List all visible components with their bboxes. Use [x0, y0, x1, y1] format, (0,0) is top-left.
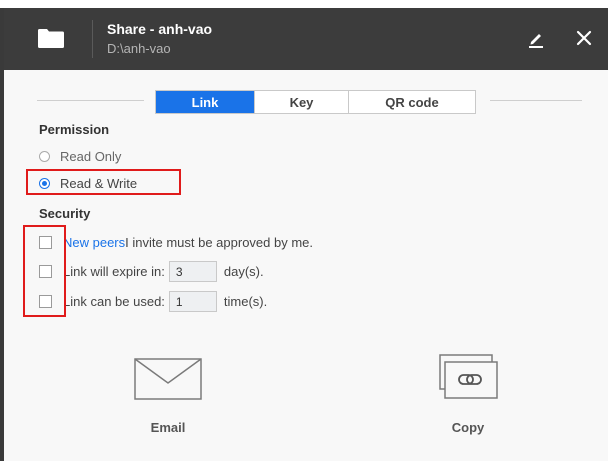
folder-icon	[38, 29, 64, 48]
option-uses[interactable]: Link can be used: time(s).	[39, 291, 267, 312]
expire-unit: day(s).	[223, 264, 264, 279]
highlight-box-permission	[26, 169, 181, 195]
new-peers-link[interactable]: New peers	[63, 235, 125, 250]
copy-label: Copy	[451, 420, 485, 435]
tab-divider-right	[490, 100, 582, 101]
share-dialog: Share - anh-vao D:\anh-vao Link Key QR c…	[4, 8, 608, 461]
top-edge	[0, 0, 608, 8]
tab-link[interactable]: Link	[156, 91, 255, 113]
radio-read-only[interactable]: Read Only	[39, 149, 121, 164]
expire-days-input[interactable]	[168, 261, 217, 282]
approve-text: I invite must be approved by me.	[125, 235, 314, 250]
uses-unit: time(s).	[223, 294, 268, 309]
close-icon[interactable]	[572, 26, 596, 50]
header-divider	[92, 20, 93, 58]
tab-divider-left	[37, 100, 144, 101]
radio-button[interactable]	[39, 151, 50, 162]
dialog-title: Share - anh-vao	[107, 21, 213, 37]
tab-qr-code[interactable]: QR code	[349, 91, 475, 113]
edit-icon[interactable]	[524, 26, 548, 50]
envelope-icon	[134, 358, 202, 400]
radio-label: Read Only	[60, 149, 122, 164]
permission-heading: Permission	[39, 122, 110, 137]
highlight-box-checkboxes	[23, 225, 66, 317]
copy-button[interactable]: Copy	[429, 353, 507, 435]
uses-label: Link can be used:	[63, 294, 165, 309]
email-button[interactable]: Email	[130, 357, 206, 435]
tab-key[interactable]: Key	[255, 91, 349, 113]
expire-label: Link will expire in:	[63, 264, 165, 279]
option-approve-peers[interactable]: New peers I invite must be approved by m…	[39, 235, 313, 250]
share-tabs: Link Key QR code	[155, 90, 476, 114]
option-expire[interactable]: Link will expire in: day(s).	[39, 261, 264, 282]
dialog-header: Share - anh-vao D:\anh-vao	[4, 8, 608, 70]
security-heading: Security	[39, 206, 91, 221]
copy-link-icon	[439, 354, 498, 399]
folder-path: D:\anh-vao	[107, 41, 171, 56]
uses-count-input[interactable]	[168, 291, 217, 312]
email-label: Email	[150, 420, 186, 435]
